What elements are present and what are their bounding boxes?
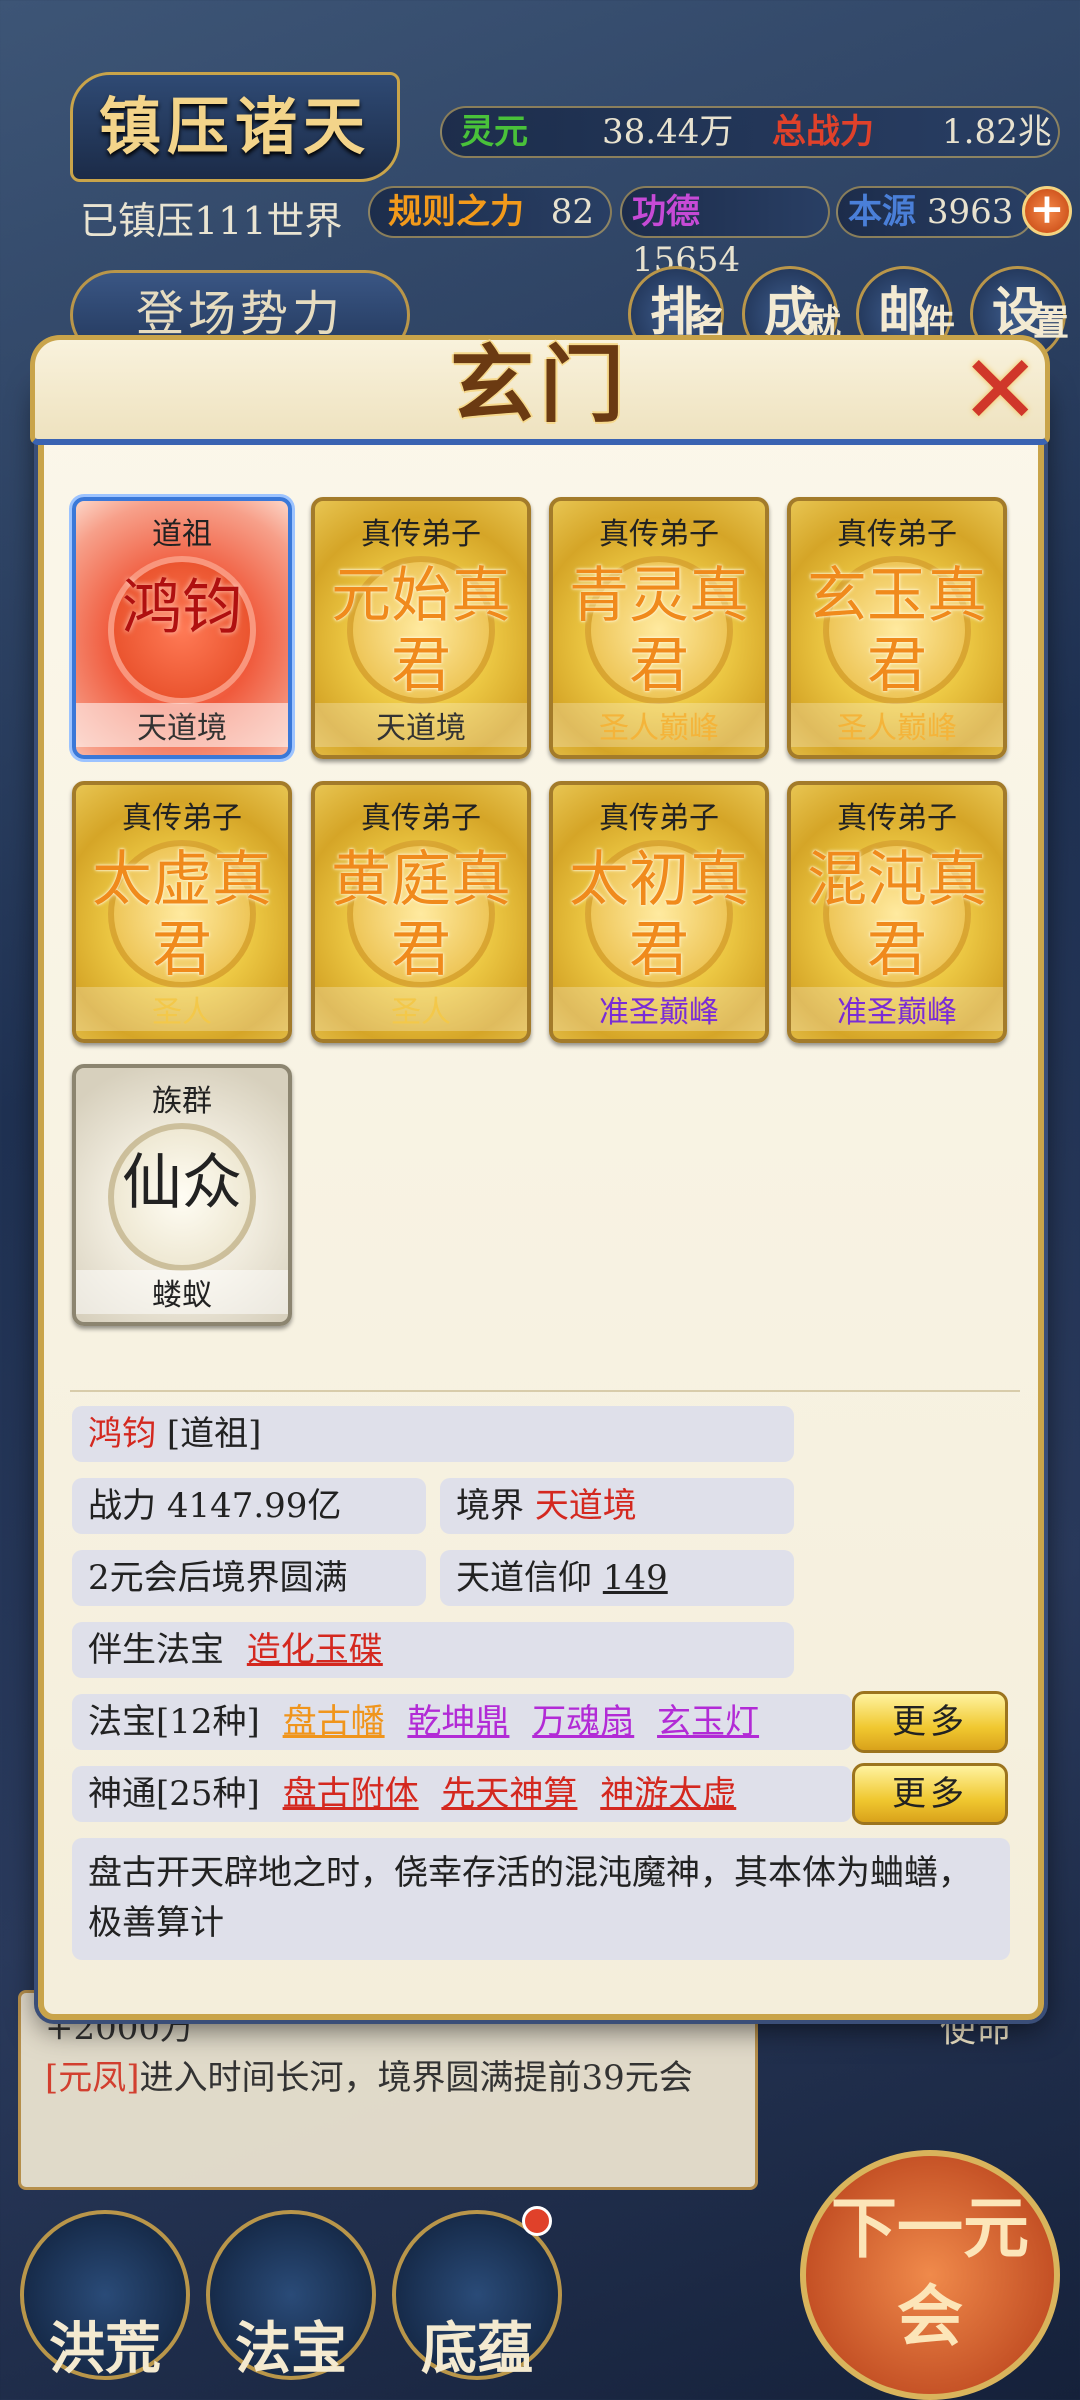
card-realm: 圣人	[315, 987, 527, 1031]
card-realm: 准圣巅峰	[553, 987, 765, 1031]
stat-origin-label: 本源	[848, 192, 916, 232]
treasure-link[interactable]: 乾坤鼎	[407, 1702, 509, 1742]
power-value: 4147.99亿	[166, 1486, 342, 1526]
skill-link[interactable]: 盘古附体	[283, 1774, 419, 1814]
stat-power-value: 1.82兆	[942, 112, 1052, 152]
log-actor: [元凤]	[45, 2058, 140, 2098]
card-name: 玄玉真君	[807, 561, 987, 701]
stat-lingyuan-label: 灵元	[460, 112, 528, 152]
honghuang-button[interactable]: 洪荒	[20, 2210, 190, 2382]
card-name: 元始真君	[331, 561, 511, 701]
card-rank: 族群	[152, 1084, 212, 1119]
log-text: 进入时间长河，境界圆满提前39元会	[139, 2058, 693, 2098]
character-description: 盘古开天辟地之时，侥幸存活的混沌魔神，其本体为蛐蟮，极善算计	[72, 1838, 1010, 1960]
treasures-label: 法宝[12种]	[88, 1702, 260, 1742]
card-rank: 道祖	[152, 517, 212, 552]
member-card-taixu[interactable]: 真传弟子 太虚真君 圣人	[72, 781, 292, 1043]
card-rank: 真传弟子	[122, 801, 242, 836]
detail-realm-row: 境界 天道境	[440, 1478, 794, 1534]
skill-link[interactable]: 神游太虚	[600, 1774, 736, 1814]
faith-value[interactable]: 149	[603, 1558, 668, 1598]
member-card-taichu[interactable]: 真传弟子 太初真君 准圣巅峰	[549, 781, 769, 1043]
card-realm: 准圣巅峰	[791, 987, 1003, 1031]
treasure-button[interactable]: 法宝	[206, 2210, 376, 2382]
card-realm: 蝼蚁	[76, 1270, 288, 1314]
card-rank: 真传弟子	[837, 517, 957, 552]
member-card-hongjun[interactable]: 道祖 鸿钧 天道境	[72, 497, 292, 759]
detail-name-row: 鸿钧 [道祖]	[72, 1406, 794, 1462]
event-log: +2000万 [元凤]进入时间长河，境界圆满提前39元会	[18, 1990, 758, 2190]
stat-merit-label: 功德	[632, 192, 700, 232]
card-name: 太初真君	[569, 845, 749, 985]
realm-label: 境界	[456, 1486, 524, 1526]
detail-faith-row: 天道信仰 149	[440, 1550, 794, 1606]
member-card-xianzhong[interactable]: 族群 仙众 蝼蚁	[72, 1064, 292, 1326]
detail-power-row: 战力 4147.99亿	[72, 1478, 426, 1534]
suppressed-worlds: 已镇压111世界	[80, 199, 343, 243]
treasure-link[interactable]: 万魂扇	[532, 1702, 634, 1742]
detail-name: 鸿钧	[88, 1414, 156, 1454]
detail-rank: [道祖]	[166, 1414, 262, 1454]
stat-power-label: 总战力	[772, 112, 874, 152]
card-realm: 天道境	[315, 703, 527, 747]
card-rank: 真传弟子	[599, 801, 719, 836]
next-era-button[interactable]: 下一元会	[800, 2150, 1060, 2400]
member-card-yuanshi[interactable]: 真传弟子 元始真君 天道境	[311, 497, 531, 759]
treasure-link[interactable]: 盘古幡	[283, 1702, 385, 1742]
card-name: 青灵真君	[569, 561, 749, 701]
card-rank: 真传弟子	[837, 801, 957, 836]
card-realm: 天道境	[76, 703, 288, 747]
member-card-xuanyu[interactable]: 真传弟子 玄玉真君 圣人巅峰	[787, 497, 1007, 759]
card-name: 仙众	[122, 1148, 242, 1218]
notification-dot	[522, 2206, 552, 2236]
treasures-more-button[interactable]: 更多	[852, 1691, 1008, 1753]
card-rank: 真传弟子	[361, 801, 481, 836]
section-divider	[70, 1390, 1020, 1392]
treasure-link[interactable]: 玄玉灯	[657, 1702, 759, 1742]
member-card-qingling[interactable]: 真传弟子 青灵真君 圣人巅峰	[549, 497, 769, 759]
detail-countdown: 2元会后境界圆满	[72, 1550, 426, 1606]
card-rank: 真传弟子	[599, 517, 719, 552]
detail-treasures-row: 法宝[12种] 盘古幡 乾坤鼎 万魂扇 玄玉灯	[72, 1694, 852, 1750]
stat-merit: 功德 15654	[620, 186, 830, 280]
app-title: 镇压诸天	[70, 72, 400, 182]
log-line-event: [元凤]进入时间长河，境界圆满提前39元会	[45, 2053, 731, 2103]
stat-lingyuan-value: 38.44万	[602, 112, 734, 152]
power-label: 战力	[88, 1486, 156, 1526]
card-realm: 圣人巅峰	[791, 703, 1003, 747]
card-realm: 圣人	[76, 987, 288, 1031]
stat-origin: 本源 3963	[836, 186, 1034, 238]
close-icon[interactable]: ✕	[960, 342, 1040, 438]
companion-link[interactable]: 造化玉碟	[247, 1630, 383, 1670]
card-name: 混沌真君	[807, 845, 987, 985]
skill-link[interactable]: 先天神算	[441, 1774, 577, 1814]
stat-rules-value: 82	[550, 192, 594, 232]
stat-origin-value: 3963	[926, 192, 1014, 232]
detail-skills-row: 神通[25种] 盘古附体 先天神算 神游太虚	[72, 1766, 852, 1822]
skills-label: 神通[25种]	[88, 1774, 260, 1814]
faith-label: 天道信仰	[456, 1558, 592, 1598]
skills-more-button[interactable]: 更多	[852, 1763, 1008, 1825]
card-name: 太虚真君	[92, 845, 272, 985]
card-rank: 真传弟子	[361, 517, 481, 552]
card-realm: 圣人巅峰	[553, 703, 765, 747]
card-name: 黄庭真君	[331, 845, 511, 985]
member-card-hundun[interactable]: 真传弟子 混沌真君 准圣巅峰	[787, 781, 1007, 1043]
add-resource-button[interactable]: +	[1022, 186, 1072, 236]
card-name: 鸿钧	[122, 573, 242, 643]
stat-rules: 规则之力 82	[368, 186, 612, 238]
detail-companion-row: 伴生法宝 造化玉碟	[72, 1622, 794, 1678]
modal-title: 玄门	[449, 335, 630, 434]
realm-value: 天道境	[534, 1486, 637, 1526]
stat-bar-top: 灵元 38.44万 总战力 1.82兆	[440, 106, 1060, 158]
stat-rules-label: 规则之力	[388, 192, 524, 232]
member-card-huangting[interactable]: 真传弟子 黄庭真君 圣人	[311, 781, 531, 1043]
companion-label: 伴生法宝	[88, 1630, 224, 1670]
